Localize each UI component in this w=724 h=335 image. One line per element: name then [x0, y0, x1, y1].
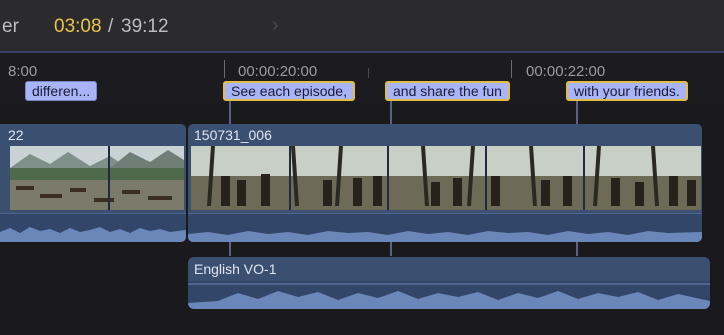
ruler-tick	[224, 60, 225, 78]
caption-clip-selected[interactable]: and share the fun	[385, 81, 510, 101]
toolbar-tab-label[interactable]: er	[2, 16, 19, 38]
audio-connector	[576, 242, 578, 256]
clip-audio-waveform	[0, 213, 186, 242]
clip-thumbnail-filmstrip	[191, 146, 701, 210]
audio-clip[interactable]: English VO-1	[188, 257, 710, 309]
ruler-label-22: 00:00:22:00	[526, 63, 606, 80]
clip-thumbnail-filmstrip	[10, 146, 184, 210]
clip-audio-waveform	[188, 213, 702, 242]
video-clip-left[interactable]: 22	[0, 124, 186, 242]
audio-connector	[390, 242, 392, 256]
clip-name: 22	[8, 127, 24, 143]
ruler-label-left: 8:00	[8, 63, 38, 80]
audio-waveform	[188, 281, 710, 309]
caption-connector	[229, 101, 231, 124]
chevron-right-icon[interactable]: ›	[272, 14, 279, 37]
ruler-tick	[511, 60, 512, 78]
timecode-separator: /	[108, 16, 114, 37]
caption-clip-selected[interactable]: See each episode,	[223, 81, 355, 101]
caption-connector	[576, 101, 578, 124]
audio-clip-name: English VO-1	[194, 261, 277, 277]
caption-connector	[390, 101, 392, 124]
clip-name: 150731_006	[194, 127, 272, 143]
video-clip-main[interactable]: 150731_006	[188, 124, 702, 242]
current-timecode: 03:08	[54, 16, 102, 37]
caption-clip[interactable]: differen...	[25, 81, 98, 101]
total-duration: 39:12	[121, 16, 169, 37]
caption-clip-selected[interactable]: with your friends.	[566, 81, 688, 101]
audio-connector	[229, 242, 231, 256]
ruler-label-20: 00:00:20:00	[238, 63, 318, 80]
ruler-minor-tick	[368, 68, 369, 78]
